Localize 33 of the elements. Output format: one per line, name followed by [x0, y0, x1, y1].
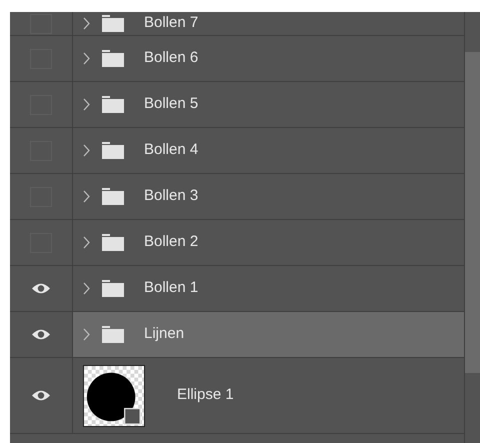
folder-icon	[102, 326, 124, 343]
visibility-toggle[interactable]	[30, 14, 52, 34]
layer-row[interactable]: Lijnen	[73, 312, 464, 357]
eye-icon[interactable]	[31, 282, 51, 295]
layer-name: Bollen 6	[144, 48, 198, 68]
folder-icon	[102, 280, 124, 297]
layer-name: Ellipse 1	[177, 385, 234, 406]
layer-name: Bollen 7	[144, 13, 198, 34]
scrollbar-thumb[interactable]	[465, 52, 480, 373]
layer-name: Bollen 4	[144, 140, 198, 160]
folder-icon	[102, 234, 124, 251]
folder-icon	[102, 15, 124, 32]
ellipse-thumbnail	[83, 364, 145, 426]
layer-name: Bollen 5	[144, 94, 198, 114]
chevron-right-icon[interactable]	[83, 328, 90, 341]
layer-name: Bollen 1	[144, 278, 198, 298]
eye-icon[interactable]	[31, 328, 51, 341]
layer-name: Bollen 2	[144, 232, 198, 252]
folder-icon	[102, 50, 124, 67]
folder-icon	[102, 96, 124, 113]
chevron-right-icon[interactable]	[83, 236, 90, 249]
layer-name: Lijnen	[144, 324, 184, 344]
folder-icon	[102, 188, 124, 205]
chevron-right-icon[interactable]	[83, 52, 90, 65]
folder-icon	[102, 142, 124, 159]
eye-icon[interactable]	[31, 389, 51, 402]
chevron-right-icon[interactable]	[83, 144, 90, 157]
chevron-right-icon[interactable]	[83, 17, 90, 30]
chevron-right-icon[interactable]	[83, 190, 90, 203]
scrollbar[interactable]	[464, 12, 480, 443]
chevron-right-icon[interactable]	[83, 282, 90, 295]
chevron-right-icon[interactable]	[83, 98, 90, 111]
layer-name: Bollen 3	[144, 186, 198, 206]
